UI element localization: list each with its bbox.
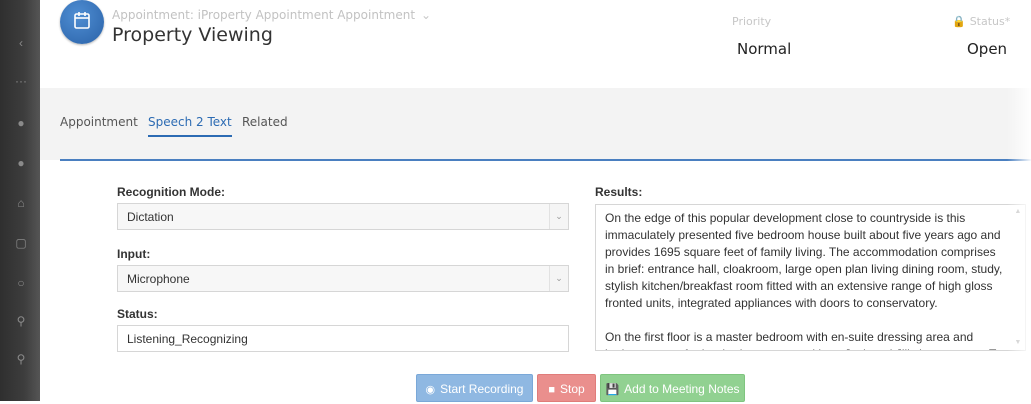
results-scrollbar[interactable]: ▲ ▼ — [1013, 207, 1023, 348]
recognition-mode-label: Recognition Mode: — [117, 185, 225, 199]
stop-button[interactable]: ■ Stop — [537, 374, 596, 402]
record-page: Appointment: iProperty Appointment Appoi… — [40, 0, 1031, 402]
chevron-down-icon[interactable]: ⌄ — [549, 204, 568, 229]
breadcrumb: Appointment: iProperty Appointment Appoi… — [112, 8, 416, 22]
chevron-down-icon[interactable]: ⌄ — [549, 266, 568, 291]
add-to-meeting-notes-button[interactable]: 💾 Add to Meeting Notes — [600, 374, 745, 402]
results-paragraph: On the edge of this popular development … — [605, 211, 1003, 310]
appointment-entity-icon — [60, 0, 104, 44]
search-icon[interactable]: ⚲ — [14, 352, 28, 366]
record-icon: ◉ — [425, 384, 436, 396]
tab-appointment[interactable]: Appointment — [60, 115, 138, 129]
tab-related[interactable]: Related — [242, 115, 288, 129]
more-icon[interactable]: ··· — [14, 74, 28, 88]
add-to-meeting-notes-label: Add to Meeting Notes — [624, 382, 740, 396]
status-label: Status* — [969, 15, 1011, 28]
status-label-wrap: 🔒 Status* — [952, 15, 1010, 28]
start-recording-label: Start Recording — [440, 382, 524, 396]
input-select[interactable]: Microphone ⌄ — [117, 265, 569, 292]
home-icon[interactable]: ⌂ — [14, 196, 28, 210]
nav-icon[interactable]: ▢ — [14, 236, 28, 250]
nav-icon[interactable]: ⚲ — [14, 314, 28, 328]
recognition-mode-value: Dictation — [127, 210, 174, 224]
tab-speech-2-text[interactable]: Speech 2 Text — [148, 115, 232, 137]
results-label: Results: — [595, 185, 643, 199]
priority-label: Priority — [732, 15, 772, 28]
status-field[interactable]: Listening_Recognizing — [117, 325, 569, 352]
results-textarea[interactable]: On the edge of this popular development … — [595, 204, 1026, 351]
priority-value[interactable]: Normal — [737, 40, 791, 58]
form-selector[interactable]: Appointment: iProperty Appointment Appoi… — [112, 8, 431, 22]
input-label: Input: — [117, 247, 151, 261]
chevron-down-icon[interactable]: ⌄ — [421, 8, 431, 22]
speech-to-text-panel: Recognition Mode: Dictation ⌄ Input: Mic… — [60, 161, 1031, 402]
stop-icon: ■ — [548, 384, 555, 396]
page-title: Property Viewing — [112, 24, 273, 46]
status-field-label: Status: — [117, 307, 158, 321]
lock-icon: 🔒 — [952, 15, 966, 28]
nav-icon[interactable]: ● — [14, 116, 28, 130]
tab-bar: Appointment Speech 2 Text Related — [40, 88, 1031, 160]
status-field-value: Listening_Recognizing — [127, 332, 248, 346]
nav-icon[interactable]: ● — [14, 156, 28, 170]
status-value[interactable]: Open — [967, 40, 1007, 58]
start-recording-button[interactable]: ◉ Start Recording — [416, 374, 533, 402]
scroll-down-icon[interactable]: ▼ — [1013, 338, 1023, 348]
recognition-mode-select[interactable]: Dictation ⌄ — [117, 203, 569, 230]
scroll-up-icon[interactable]: ▲ — [1013, 207, 1023, 217]
stop-label: Stop — [559, 382, 585, 396]
nav-icon[interactable]: ‹ — [14, 36, 28, 50]
nav-icon[interactable]: ○ — [14, 276, 28, 290]
results-paragraph: On the first floor is a master bedroom w… — [605, 330, 1002, 350]
input-value: Microphone — [127, 272, 190, 286]
left-nav-rail: ‹ ··· ● ● ⌂ ▢ ○ ⚲ ⚲ — [0, 0, 40, 401]
save-icon: 💾 — [605, 384, 620, 396]
record-header: Appointment: iProperty Appointment Appoi… — [40, 0, 1031, 88]
